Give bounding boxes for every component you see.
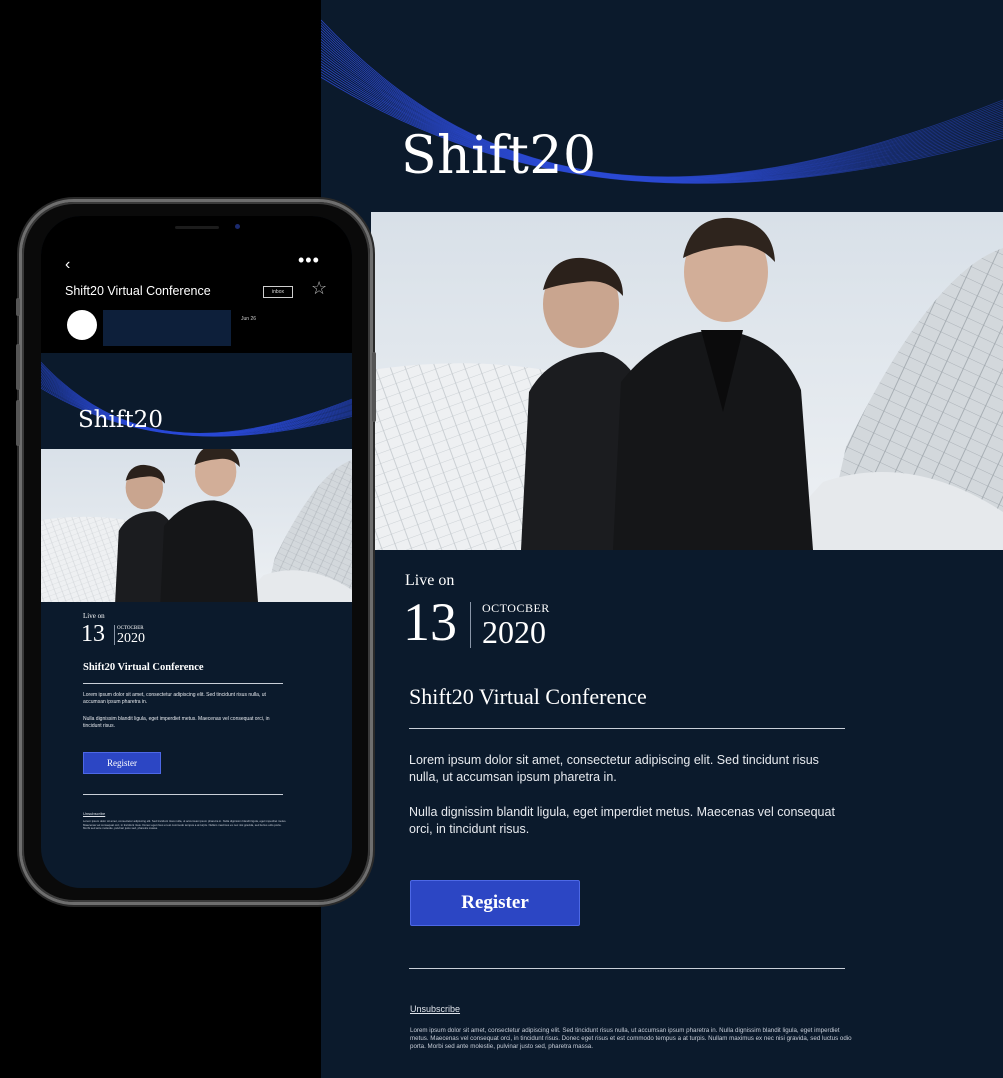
mail-subject: Shift20 Virtual Conference — [65, 284, 211, 298]
more-options-icon[interactable]: ••• — [298, 250, 320, 271]
mobile-register-button[interactable]: Register — [83, 752, 161, 774]
event-title: Shift20 Virtual Conference — [409, 684, 647, 709]
intro-paragraph: Lorem ipsum dolor sit amet, consectetur … — [409, 753, 819, 784]
front-camera — [235, 224, 240, 229]
speaker-grille — [175, 226, 219, 229]
mobile-event-year: 2020 — [117, 631, 145, 646]
live-on-label: Live on — [405, 572, 455, 589]
event-day: 13 — [403, 592, 457, 652]
mobile-intro-paragraph: Lorem ipsum dolor sit amet, consectetur … — [83, 692, 266, 705]
mobile-detail-paragraph: Nulla dignissim blandit ligula, eget imp… — [83, 716, 270, 729]
mail-date: Jun 26 — [241, 316, 257, 322]
inbox-label-badge[interactable]: inbox — [263, 286, 293, 298]
title-divider — [409, 728, 845, 729]
mobile-event-day: 13 — [81, 621, 105, 647]
phone-volume-down — [16, 400, 20, 446]
chevron-left-icon[interactable]: ‹ — [65, 256, 70, 274]
register-button[interactable]: Register — [410, 880, 580, 926]
mobile-header-wave-graphic — [41, 361, 352, 437]
sender-info-placeholder — [103, 310, 231, 346]
date-divider — [470, 602, 471, 648]
detail-paragraph: Nulla dignissim blandit ligula, eget imp… — [409, 805, 835, 836]
email-header: Shift20 — [321, 0, 1003, 212]
event-year: 2020 — [482, 614, 546, 650]
phone-frame: ‹ ••• Shift20 Virtual Conference inbox ☆… — [16, 202, 376, 902]
email-preview-desktop: Shift20 Live on 13 OCTOCBER 2020 Shift20… — [321, 0, 1003, 1078]
brand-logo: Shift20 — [401, 126, 597, 186]
mobile-unsubscribe-link[interactable]: Unsubscribe — [83, 811, 105, 816]
mobile-hero-image — [41, 449, 352, 602]
phone-mute-switch — [16, 298, 20, 316]
mobile-footer-fine-print: Lorem ipsum dolor sit amet, consectetur … — [83, 819, 287, 831]
star-icon[interactable]: ☆ — [311, 278, 327, 299]
phone-power-button — [372, 352, 376, 422]
mobile-brand-logo: Shift20 — [78, 407, 163, 433]
mobile-footer-divider — [83, 794, 283, 795]
footer-fine-print: Lorem ipsum dolor sit amet, consectetur … — [410, 1027, 852, 1050]
mobile-date-divider — [114, 625, 115, 645]
footer-divider — [409, 968, 845, 969]
hero-image — [371, 212, 1003, 550]
phone-volume-up — [16, 344, 20, 390]
mobile-live-on-label: Live on — [83, 612, 105, 620]
sender-avatar — [67, 310, 97, 340]
phone-notch — [127, 216, 267, 238]
unsubscribe-link[interactable]: Unsubscribe — [410, 1004, 460, 1014]
phone-screen: ‹ ••• Shift20 Virtual Conference inbox ☆… — [41, 216, 352, 888]
mobile-event-title: Shift20 Virtual Conference — [83, 662, 204, 673]
mobile-email-header — [41, 353, 352, 449]
mobile-title-divider — [83, 683, 283, 684]
